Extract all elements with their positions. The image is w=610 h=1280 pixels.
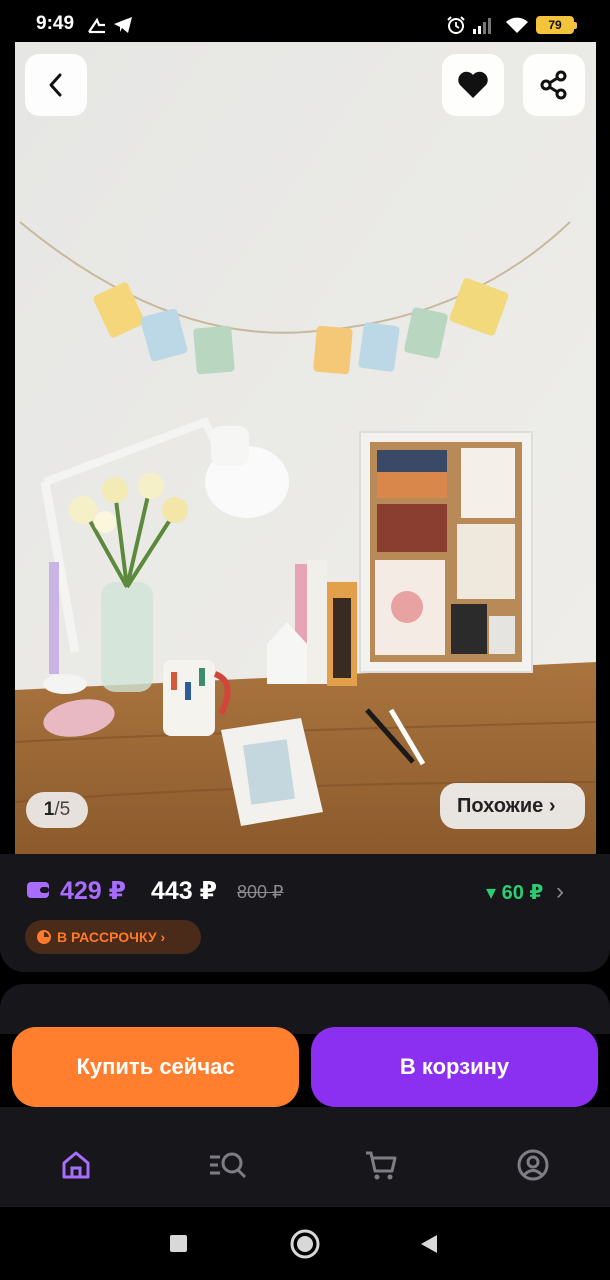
signal-icon: [473, 18, 491, 34]
price-card: 429 ₽ 443 ₽ 800 ₽ ▾ 60 ₽ › В РАССРОЧКУ ›: [0, 854, 610, 972]
heart-icon: [458, 71, 488, 98]
product-photo: [15, 42, 596, 854]
favorite-button[interactable]: [442, 54, 504, 116]
chevron-right-icon[interactable]: ›: [556, 878, 564, 906]
cashback-amount[interactable]: ▾ 60 ₽: [486, 880, 543, 905]
catalog-search-icon: [210, 1152, 247, 1179]
wallet-icon: [27, 882, 49, 898]
share-icon: [540, 70, 567, 100]
system-nav-bar: [0, 1207, 610, 1280]
installment-badge[interactable]: В РАССРОЧКУ ›: [25, 920, 201, 954]
nav-cart[interactable]: [361, 1145, 401, 1185]
bottom-nav: [0, 1107, 610, 1207]
back-button[interactable]: [25, 54, 87, 116]
card-price: 429 ₽: [60, 877, 127, 905]
installment-label: В РАССРОЧКУ ›: [57, 929, 166, 945]
nav-profile[interactable]: [513, 1145, 553, 1185]
cart-icon: [366, 1151, 397, 1180]
profile-icon: [517, 1149, 549, 1181]
counter-current: 1: [43, 799, 55, 820]
product-image[interactable]: 1/5 Похожие ›: [15, 42, 596, 854]
counter-total: 5: [59, 799, 71, 820]
back-icon: [49, 73, 62, 97]
old-price: 800 ₽: [237, 882, 284, 902]
status-bar: 9:49 79: [0, 0, 610, 44]
recents-icon[interactable]: [169, 1234, 188, 1253]
telegram-icon: [114, 17, 132, 33]
regular-price: 443 ₽: [151, 877, 218, 905]
status-time: 9:49: [36, 13, 75, 34]
image-counter: 1/5: [26, 792, 88, 828]
back-triangle-icon[interactable]: [419, 1233, 439, 1255]
nav-home[interactable]: [56, 1145, 96, 1185]
buy-now-button[interactable]: Купить сейчас: [12, 1027, 299, 1107]
speed-icon: [88, 17, 105, 34]
home-circle-icon[interactable]: [289, 1228, 321, 1260]
battery-icon: 79: [536, 16, 577, 34]
pie-chart-icon: [37, 930, 51, 944]
alarm-icon: [447, 16, 465, 34]
home-icon: [62, 1151, 90, 1179]
nav-catalog[interactable]: [208, 1145, 248, 1185]
wifi-icon: [506, 17, 528, 33]
add-to-cart-button[interactable]: В корзину: [311, 1027, 598, 1107]
similar-button[interactable]: Похожие ›: [440, 783, 585, 829]
share-button[interactable]: [523, 54, 585, 116]
